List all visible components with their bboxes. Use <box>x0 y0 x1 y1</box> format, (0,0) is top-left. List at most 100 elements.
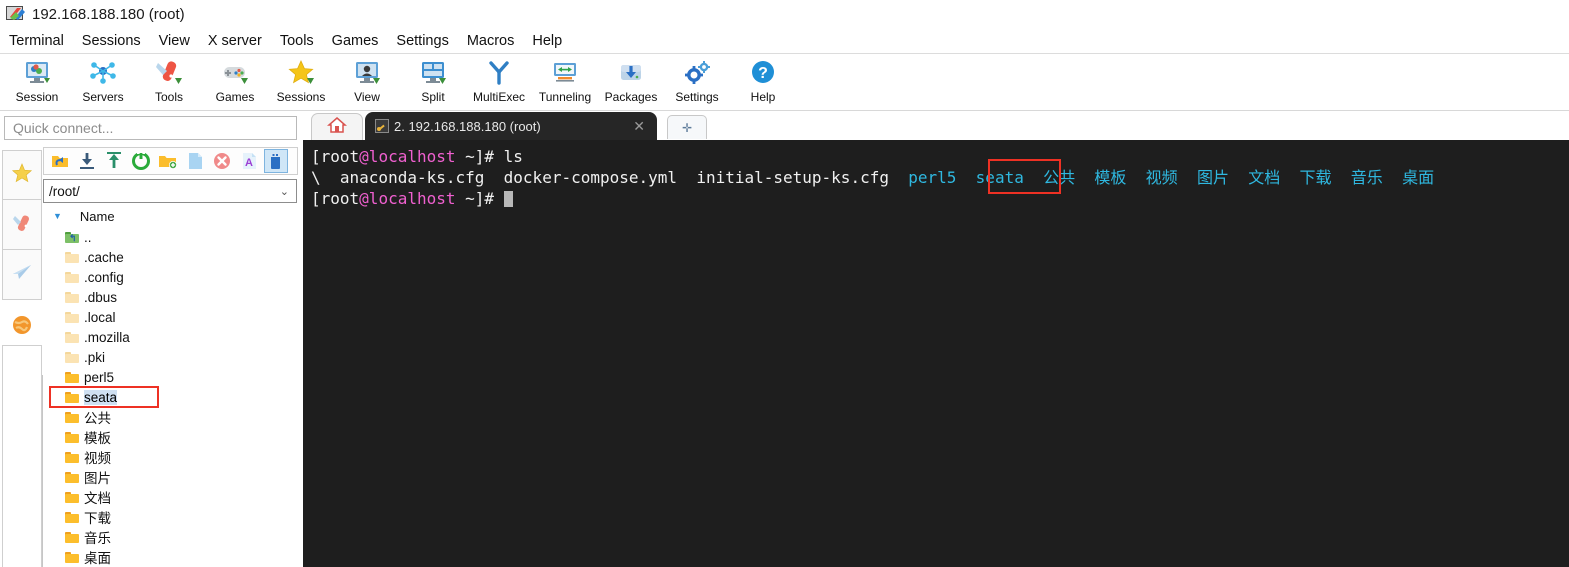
toolbar-button-settings[interactable]: Settings <box>664 55 730 109</box>
tab-session-1[interactable]: 2. 192.168.188.180 (root) ✕ <box>365 112 657 140</box>
mobaxterm-logo-icon <box>6 5 26 23</box>
file-row-.mozilla[interactable]: .mozilla <box>43 327 298 347</box>
terminal-text: seata <box>975 168 1024 187</box>
terminal-text: 文档 <box>1248 168 1281 187</box>
new-folder-icon[interactable] <box>156 149 180 173</box>
toolbar-button-view[interactable]: View <box>334 55 400 109</box>
drive-usb-icon[interactable] <box>264 149 288 173</box>
menu-xserver[interactable]: X server <box>199 31 271 51</box>
text-format-icon[interactable]: A <box>237 149 261 173</box>
left-strip-empty-panel <box>2 345 42 567</box>
toolbar-button-multiexec[interactable]: MultiExec <box>466 55 532 109</box>
toolbar-button-sessions[interactable]: Sessions <box>268 55 334 109</box>
file-row-.local[interactable]: .local <box>43 307 298 327</box>
favorites-star-button[interactable] <box>2 150 42 200</box>
tab-home[interactable] <box>311 113 363 140</box>
toolbar-button-label: MultiExec <box>472 90 525 104</box>
new-tab-button[interactable]: ✛ <box>667 115 707 139</box>
menu-view[interactable]: View <box>150 31 199 51</box>
file-row-parent[interactable]: ↰.. <box>43 227 298 247</box>
help-question-icon: ? <box>748 58 778 88</box>
terminal-cursor <box>503 191 513 207</box>
hidden-folder-icon <box>65 311 79 323</box>
toolbar-button-split[interactable]: Split <box>400 55 466 109</box>
title-bar: 192.168.188.180 (root) <box>0 0 1569 28</box>
toolbar-button-session[interactable]: Session <box>4 55 70 109</box>
hidden-folder-icon <box>65 271 79 283</box>
file-row-seata[interactable]: seata <box>43 387 298 407</box>
hidden-folder-icon <box>65 291 79 303</box>
toolbar-button-games[interactable]: Games <box>202 55 268 109</box>
refresh-icon[interactable] <box>129 149 153 173</box>
parent-folder-icon[interactable] <box>48 149 72 173</box>
terminal-text: root <box>320 147 360 166</box>
menu-bar: Terminal Sessions View X server Tools Games Se… <box>0 28 1569 54</box>
quick-connect-input[interactable]: Quick connect... <box>4 116 297 140</box>
file-row-label: .cache <box>84 249 124 265</box>
terminal-text: 下载 <box>1299 168 1332 187</box>
file-browser-toolbar: A <box>43 147 298 175</box>
file-row-.pki[interactable]: .pki <box>43 347 298 367</box>
terminal-text: 公共 <box>1043 168 1076 187</box>
file-row-公共[interactable]: 公共 <box>43 407 298 427</box>
file-row-模板[interactable]: 模板 <box>43 427 298 447</box>
close-icon[interactable]: ✕ <box>633 118 645 135</box>
file-row-下载[interactable]: 下载 <box>43 507 298 527</box>
window-title: 192.168.188.180 (root) <box>32 5 185 23</box>
chevron-down-icon[interactable]: ⌄ <box>280 185 289 198</box>
plus-icon: ✛ <box>681 120 693 135</box>
toolbar-button-tunneling[interactable]: Tunneling <box>532 55 598 109</box>
file-row-label: perl5 <box>84 369 115 385</box>
toolbar-button-tools[interactable]: Tools <box>136 55 202 109</box>
menu-tools[interactable]: Tools <box>271 31 323 51</box>
file-row-.dbus[interactable]: .dbus <box>43 287 298 307</box>
file-row-文档[interactable]: 文档 <box>43 487 298 507</box>
file-row-视频[interactable]: 视频 <box>43 447 298 467</box>
tools-knife-button[interactable] <box>2 200 42 250</box>
file-browser-path[interactable]: /root/ ⌄ <box>43 179 297 203</box>
toolbar-button-label: View <box>354 90 380 104</box>
folder-icon <box>65 531 79 543</box>
file-browser-column-name[interactable]: Name <box>80 209 115 224</box>
file-row-label: 公共 <box>84 411 111 426</box>
terminal-text: 图片 <box>1196 168 1229 187</box>
toolbar-button-label: Help <box>750 90 776 104</box>
toolbar-button-label: Tunneling <box>538 90 592 104</box>
send-paperplane-button[interactable] <box>2 250 42 300</box>
file-row-perl5[interactable]: perl5 <box>43 367 298 387</box>
mobaxterm-window: 192.168.188.180 (root) Terminal Sessions V… <box>0 0 1569 567</box>
upload-icon[interactable] <box>102 149 126 173</box>
menu-games[interactable]: Games <box>323 31 388 51</box>
menu-sessions[interactable]: Sessions <box>73 31 150 51</box>
new-file-icon[interactable] <box>183 149 207 173</box>
toolbar-button-packages[interactable]: Packages <box>598 55 664 109</box>
menu-terminal[interactable]: Terminal <box>0 31 73 51</box>
tab-session-1-label: 2. 192.168.188.180 (root) <box>394 118 541 134</box>
tools-knife-icon <box>154 58 184 88</box>
terminal-text: 音乐 <box>1350 168 1383 187</box>
menu-macros[interactable]: Macros <box>458 31 524 51</box>
menu-help[interactable]: Help <box>523 31 571 51</box>
servers-network-icon <box>88 58 118 88</box>
toolbar-button-label: Games <box>215 90 255 104</box>
toolbar-button-help[interactable]: ? Help <box>730 55 796 109</box>
delete-icon[interactable] <box>210 149 234 173</box>
file-browser-path-value: /root/ <box>49 183 80 199</box>
menu-settings[interactable]: Settings <box>387 31 457 51</box>
file-row-图片[interactable]: 图片 <box>43 467 298 487</box>
toolbar-button-servers[interactable]: Servers <box>70 55 136 109</box>
file-row-桌面[interactable]: 桌面 <box>43 547 298 567</box>
terminal-text: 模板 <box>1094 168 1127 187</box>
terminal-text: root <box>320 189 360 208</box>
file-row-音乐[interactable]: 音乐 <box>43 527 298 547</box>
sort-descending-icon[interactable]: ▼ <box>53 211 62 221</box>
download-icon[interactable] <box>75 149 99 173</box>
terminal-output[interactable]: [root@localhost ~]# ls \ anaconda-ks.cfg … <box>303 140 1569 567</box>
file-row-.cache[interactable]: .cache <box>43 247 298 267</box>
toolbar-button-label: Settings <box>675 90 719 104</box>
terminal-text: perl5 <box>908 168 957 187</box>
file-row-.config[interactable]: .config <box>43 267 298 287</box>
